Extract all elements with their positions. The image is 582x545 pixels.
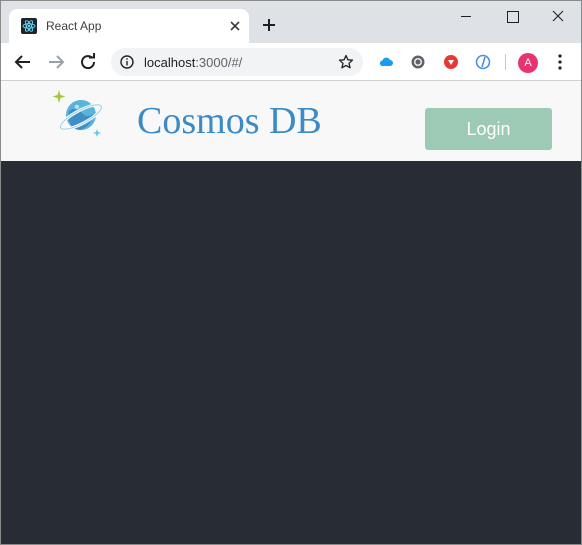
toolbar-separator [505,54,506,70]
cloud-extension-icon[interactable] [378,54,394,70]
url-text: localhost:3000/#/ [144,55,242,70]
app-header: Cosmos DB Login [1,81,581,161]
cosmos-planet-icon [49,87,109,147]
circle-extension-icon[interactable] [410,54,426,70]
maximize-button[interactable] [489,1,535,31]
url-host: localhost [144,55,196,70]
kebab-menu-icon[interactable] [552,53,568,71]
tab-strip: React App [1,1,581,43]
reload-icon[interactable] [78,52,98,72]
info-icon[interactable] [120,55,134,69]
back-arrow-icon[interactable] [13,52,33,72]
blue-extension-icon[interactable] [475,54,491,70]
tab-react-app[interactable]: React App [9,9,249,43]
forward-arrow-icon[interactable] [46,52,66,72]
browser-toolbar: localhost:3000/#/ A [1,43,581,81]
page-content: Cosmos DB Login [1,81,581,544]
window-close-button[interactable] [535,1,581,31]
plus-icon[interactable] [259,15,279,35]
url-path: :3000/#/ [195,55,243,70]
avatar[interactable]: A [518,53,538,73]
browser-window: React App localhost:3000/#/ A Cosmos DB … [0,0,582,545]
login-button[interactable]: Login [425,108,552,150]
star-icon[interactable] [338,54,354,70]
red-extension-icon[interactable] [443,54,459,70]
tab-title: React App [46,19,102,33]
address-bar[interactable]: localhost:3000/#/ [111,48,363,76]
react-favicon-icon [21,18,37,34]
minimize-button[interactable] [443,1,489,31]
brand-title: Cosmos DB [137,100,322,142]
close-icon[interactable] [227,18,243,34]
